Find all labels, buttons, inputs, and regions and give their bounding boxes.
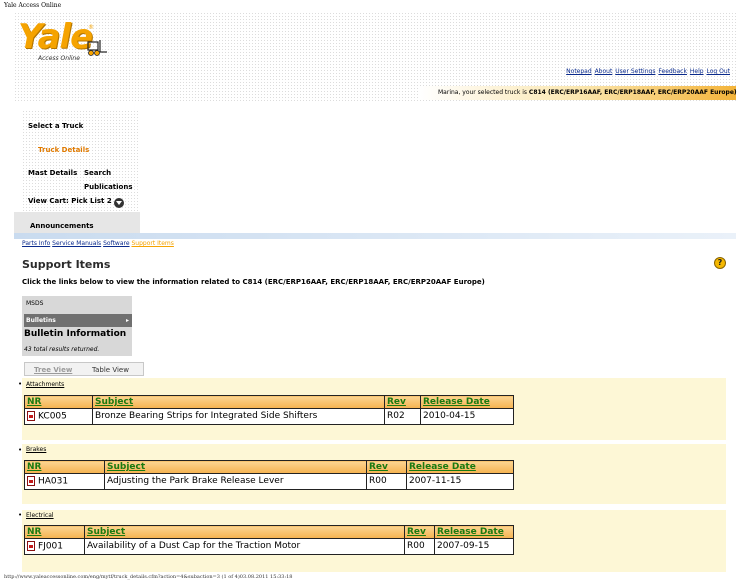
about-link[interactable]: About: [595, 68, 613, 75]
logout-link[interactable]: Log Out: [706, 68, 730, 75]
category-label[interactable]: Brakes: [26, 446, 46, 453]
announcements-label: Announcements: [30, 222, 94, 230]
notepad-link[interactable]: Notepad: [566, 68, 592, 75]
pdf-icon: [27, 411, 35, 421]
column-header-subject[interactable]: Subject: [104, 460, 367, 474]
table-cell-date: 2010-04-15: [420, 408, 514, 425]
table-cell-nr[interactable]: HA031: [24, 473, 105, 490]
selected-truck-model: C814 (ERC/ERP16AAF, ERC/ERP18AAF, ERC/ER…: [528, 89, 737, 96]
help-icon[interactable]: ?: [714, 257, 726, 269]
tab-table-view[interactable]: Table View: [92, 366, 129, 374]
table-cell-subject: Bronze Bearing Strips for Integrated Sid…: [92, 408, 385, 425]
bullet-icon: •: [18, 446, 23, 454]
nav-select-truck[interactable]: Select a Truck: [28, 122, 83, 130]
logo-subtitle: Access Online: [38, 55, 80, 62]
table-cell-nr[interactable]: KC005: [24, 408, 93, 425]
yale-logo[interactable]: Yale: [18, 20, 93, 54]
chevron-right-icon: ▸: [125, 317, 129, 324]
tab-tree-view[interactable]: Tree View: [34, 366, 72, 374]
column-header-nr[interactable]: NR: [24, 395, 93, 409]
selected-truck-prefix: Marina, your selected truck is: [438, 89, 529, 96]
column-header-rev[interactable]: Rev: [366, 460, 407, 474]
table-cell-rev: R02: [384, 408, 421, 425]
sub-nav: Parts Info Service Manuals Software Supp…: [22, 240, 174, 247]
table-cell-nr[interactable]: FJ001: [24, 538, 85, 555]
user-settings-link[interactable]: User Settings: [615, 68, 655, 75]
table-cell-subject: Availability of a Dust Cap for the Tract…: [84, 538, 405, 555]
table-cell-rev: R00: [404, 538, 435, 555]
subnav-parts-info[interactable]: Parts Info: [22, 240, 50, 247]
forklift-icon: [87, 40, 107, 56]
pdf-icon: [27, 541, 35, 551]
table-cell-rev: R00: [366, 473, 407, 490]
page-heading: Support Items: [22, 258, 111, 271]
table-header-row: NR Subject Rev Release Date: [24, 395, 514, 409]
top-links: Notepad About User Settings Feedback Hel…: [565, 68, 730, 75]
category-label[interactable]: Electrical: [26, 512, 54, 519]
nav-view-cart[interactable]: View Cart: Pick List 2: [28, 197, 112, 205]
menu-msds[interactable]: MSDS: [26, 300, 43, 307]
nav-announcements[interactable]: Announcements: [14, 212, 140, 234]
cart-dropdown-icon[interactable]: [114, 198, 124, 208]
nav-truck-details[interactable]: Truck Details: [38, 146, 89, 154]
nav-search[interactable]: Search: [84, 169, 111, 177]
table-cell-date: 2007-09-15: [434, 538, 514, 555]
column-header-release-date[interactable]: Release Date: [406, 460, 514, 474]
table-row[interactable]: FJ001 Availability of a Dust Cap for the…: [24, 538, 514, 555]
results-count: 43 total results returned.: [24, 346, 100, 353]
bulletin-number: HA031: [38, 476, 69, 487]
table-header-row: NR Subject Rev Release Date: [24, 525, 514, 539]
table-row[interactable]: HA031 Adjusting the Park Brake Release L…: [24, 473, 514, 490]
nav-mast-details[interactable]: Mast Details: [28, 169, 77, 177]
bullet-icon: •: [18, 511, 23, 519]
subnav-service-manuals[interactable]: Service Manuals: [52, 240, 101, 247]
pdf-icon: [27, 476, 35, 486]
bullet-icon: •: [18, 380, 23, 388]
bulletin-number: KC005: [38, 411, 67, 422]
bulletin-number: FJ001: [38, 541, 64, 552]
logo-registered-mark: ®: [88, 24, 94, 31]
window-title: Yale Access Online: [4, 2, 62, 9]
bulletin-table: NR Subject Rev Release Date HA031 Adjust…: [24, 460, 514, 490]
column-header-nr[interactable]: NR: [24, 460, 105, 474]
column-header-rev[interactable]: Rev: [404, 525, 435, 539]
column-header-subject[interactable]: Subject: [92, 395, 385, 409]
table-cell-date: 2007-11-15: [406, 473, 514, 490]
print-footer: http://www.yaleaccessonline.com/eng/mytf…: [4, 574, 293, 580]
bulletin-table: NR Subject Rev Release Date KC005 Bronze…: [24, 395, 514, 425]
column-header-release-date[interactable]: Release Date: [434, 525, 514, 539]
category-label[interactable]: Attachments: [26, 381, 64, 388]
table-header-row: NR Subject Rev Release Date: [24, 460, 514, 474]
intro-text: Click the links below to view the inform…: [22, 278, 485, 286]
help-link[interactable]: Help: [690, 68, 704, 75]
bulletin-table: NR Subject Rev Release Date FJ001 Availa…: [24, 525, 514, 555]
column-header-subject[interactable]: Subject: [84, 525, 405, 539]
subnav-software[interactable]: Software: [103, 240, 129, 247]
section-title: Bulletin Information: [24, 329, 127, 339]
table-row[interactable]: KC005 Bronze Bearing Strips for Integrat…: [24, 408, 514, 425]
table-cell-subject: Adjusting the Park Brake Release Lever: [104, 473, 367, 490]
column-header-release-date[interactable]: Release Date: [420, 395, 514, 409]
column-header-nr[interactable]: NR: [24, 525, 85, 539]
feedback-link[interactable]: Feedback: [658, 68, 687, 75]
menu-bulletins-label: Bulletins: [26, 317, 56, 324]
column-header-rev[interactable]: Rev: [384, 395, 421, 409]
menu-bulletins[interactable]: Bulletins ▸: [24, 314, 132, 327]
section-divider: [14, 233, 736, 239]
selected-truck-bar: Marina, your selected truck is C814 (ERC…: [420, 86, 737, 100]
subnav-support-items[interactable]: Support Items: [131, 240, 173, 247]
nav-publications[interactable]: Publications: [84, 183, 133, 191]
